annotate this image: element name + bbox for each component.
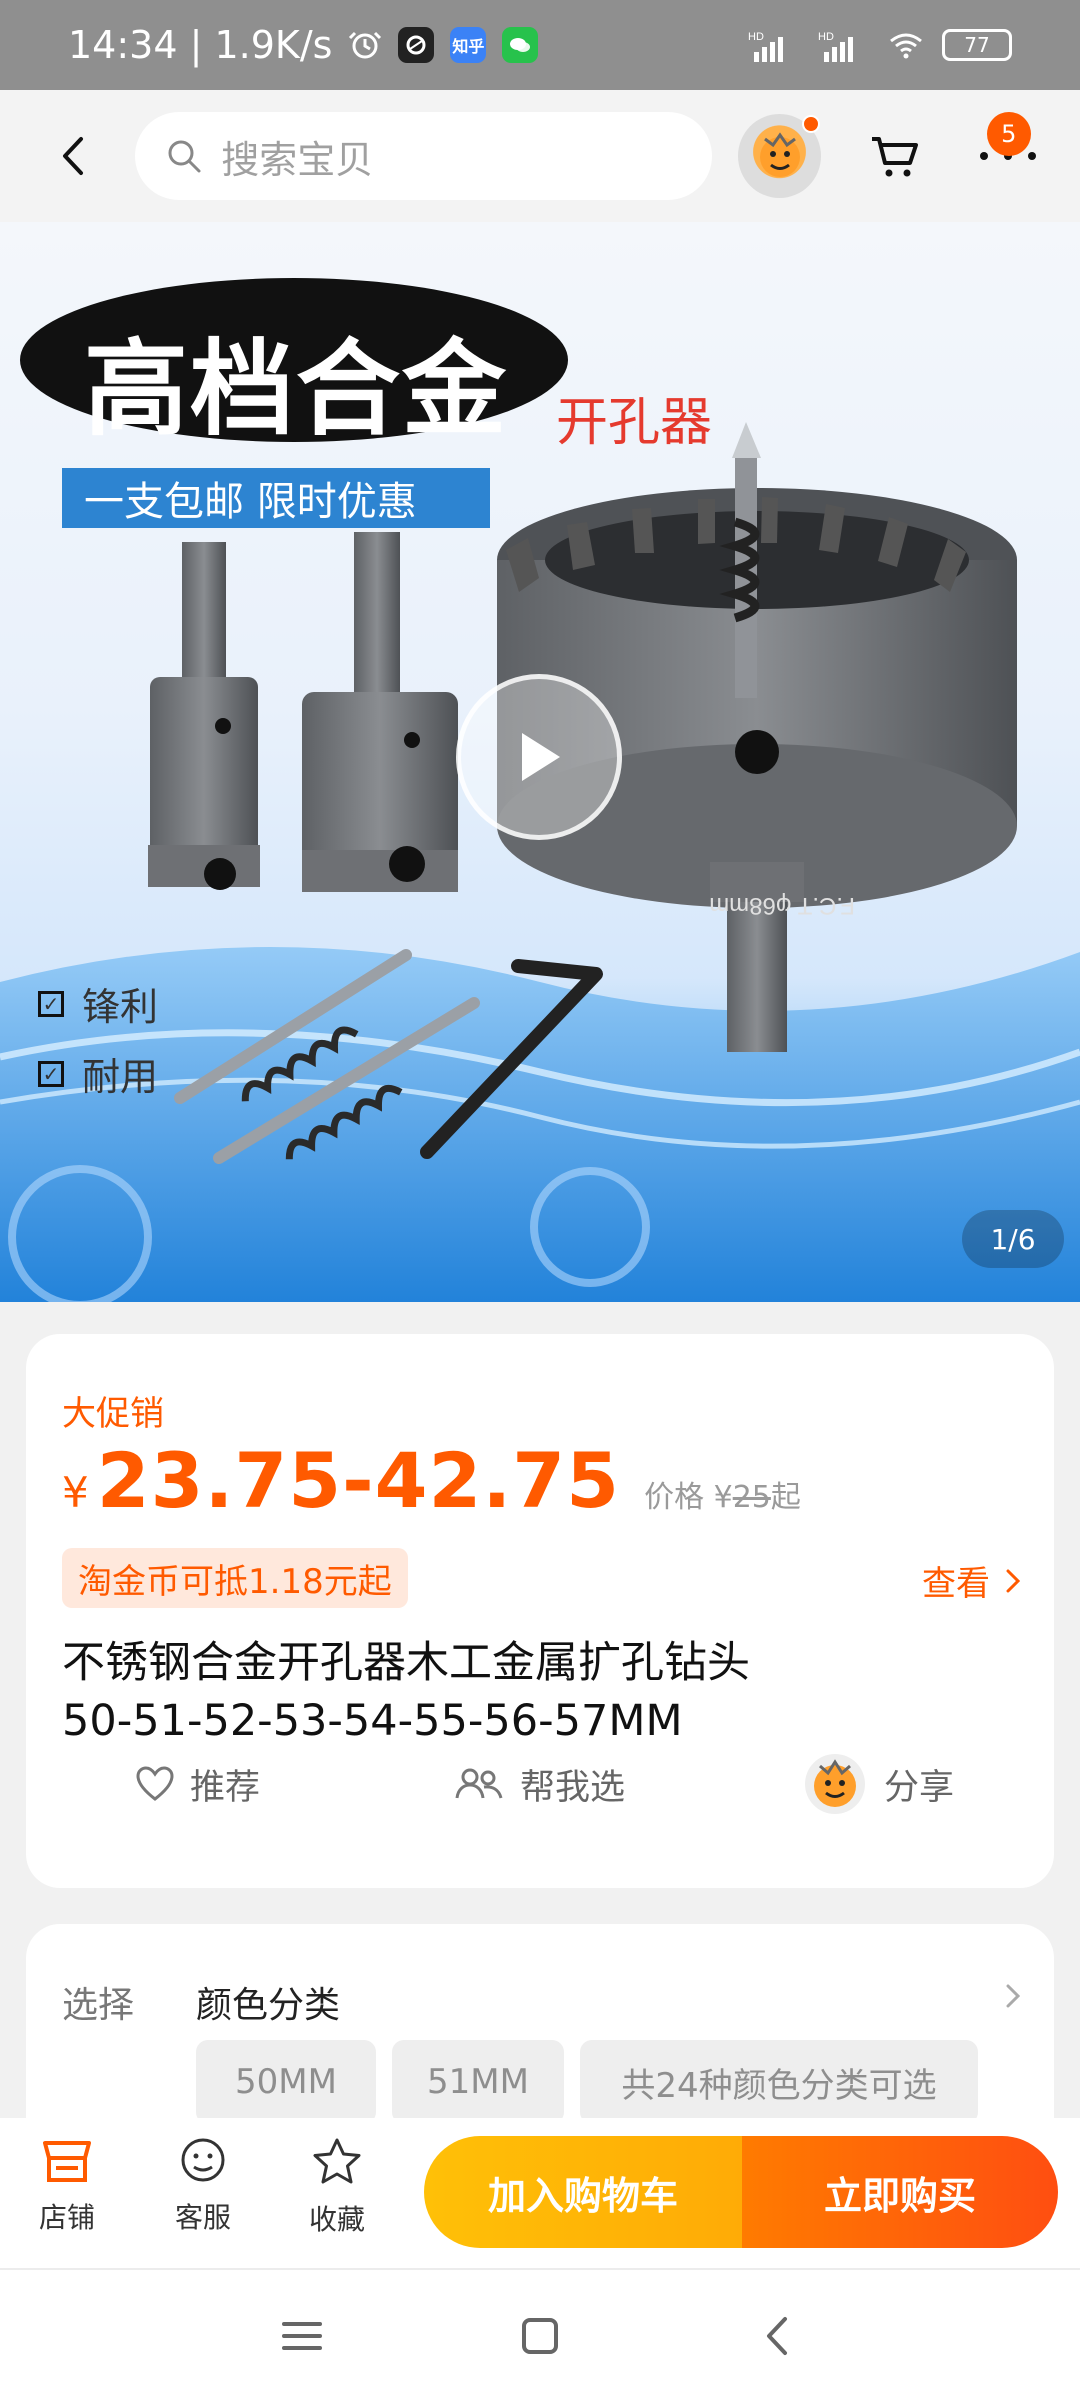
promo-label: 大促销 [62,1394,164,1434]
share-button[interactable]: 分享 [802,1751,954,1817]
mascot-avatar-icon [759,132,800,177]
original-price-suffix: 起 [770,1480,801,1515]
back-arrow-icon [767,2317,787,2355]
favorite-label: 收藏 [308,2203,365,2236]
chevron-right-icon [1006,1569,1021,1592]
product-title-line-1: 不锈钢合金开孔器木工金属扩孔钻头 [62,1638,750,1688]
avatar-notification-dot [802,115,821,133]
home-button[interactable] [508,2304,572,2368]
back-arrow-icon [62,137,83,175]
status-left: 14:34 | 1.9K/s 知乎 [68,23,539,67]
shop-label: 店铺 [38,2201,95,2234]
coupon-badge: 淘金币可抵1.18元起 [62,1548,408,1608]
menu-icon [282,2322,322,2350]
selection-label: 选择 [62,1985,135,2026]
search-input[interactable]: 搜索宝贝 [135,112,713,200]
svg-text:F.C.T φ68mm: F.C.T φ68mm [709,892,855,919]
shop-icon [43,2141,91,2182]
search-placeholder: 搜索宝贝 [221,137,374,182]
view-link-label: 查看 [922,1564,990,1604]
alarm-icon [348,28,382,62]
cart-count-badge: 5 [986,112,1031,156]
bottom-action-bar: 店铺 客服 收藏 加入购物车 立即购买 [0,2118,1080,2268]
product-header: 搜索宝贝 5 [0,90,1080,222]
star-icon [313,2138,361,2184]
option-51mm[interactable]: 51MM [392,2040,564,2124]
hero-promo-banner: 一支包邮 限时优惠 [62,468,490,528]
feature-sharp: ✓ 锋利 [38,976,158,1031]
product-title: 不锈钢合金开孔器木工金属扩孔钻头 50-51-52-53-54-55-56-57… [62,1634,1002,1750]
people-icon [455,1768,503,1799]
status-right: HD HD 77 [748,28,1012,62]
battery-icon: 77 [942,29,1012,61]
system-navigation-bar [0,2268,1080,2400]
svg-text:HD: HD [748,31,764,43]
add-to-cart-button[interactable]: 加入购物车 [424,2136,742,2248]
option-all-colors[interactable]: 共24种颜色分类可选 [580,2040,978,2124]
back-button[interactable] [34,119,107,193]
price-range: 23.75-42.75 [96,1436,621,1525]
check-box-icon: ✓ [38,1060,64,1087]
feature-durable: ✓ 耐用 [38,1046,158,1101]
battery-level: 77 [964,33,990,57]
help-choose-button[interactable]: 帮我选 [454,1759,625,1810]
signal-hd-icon-2: HD [818,28,870,62]
price-info-card: 大促销 ¥ 23.75-42.75 价格 ¥25起 淘金币可抵1.18元起 查看… [26,1334,1054,1888]
heart-icon [136,1766,174,1801]
chevron-right-icon [1006,1984,1021,2008]
signal-hd-icon: HD [748,28,800,62]
original-price-info: 价格 ¥25起 [644,1472,801,1516]
customer-service-label: 客服 [174,2201,231,2234]
mascot-share-icon [805,1754,865,1814]
hero-subtitle: 开孔器 [556,393,713,453]
search-icon [168,140,201,173]
home-square-icon [522,2318,558,2354]
wechat-app-icon [502,27,539,63]
shopping-cart-icon [872,137,919,177]
original-price-prefix: 价格 ¥ [644,1480,733,1515]
check-box-icon: ✓ [38,990,64,1017]
hero-title: 高档合金 [84,328,509,450]
currency-symbol: ¥ [62,1468,89,1517]
system-back-button[interactable] [744,2304,808,2368]
option-50mm[interactable]: 50MM [196,2040,376,2124]
recommend-button[interactable]: 推荐 [136,1759,260,1810]
play-icon [522,733,560,781]
status-time-speed: 14:34 | 1.9K/s [68,23,333,67]
recent-apps-button[interactable] [270,2304,334,2368]
cart-button[interactable] [863,124,926,188]
customer-service-icon [181,2138,225,2182]
selection-value: 颜色分类 [196,1985,341,2026]
price-row: ¥ 23.75-42.75 价格 ¥25起 [62,1436,801,1525]
video-play-button[interactable] [456,674,622,840]
feature-durable-label: 耐用 [82,1055,159,1099]
status-bar: 14:34 | 1.9K/s 知乎 HD HD 77 [0,0,1080,90]
svg-text:HD: HD [818,31,834,43]
wifi-icon [888,31,924,59]
customer-service-button[interactable]: 客服 [158,2136,248,2236]
buy-now-button[interactable]: 立即购买 [742,2136,1058,2248]
zhihu-app-icon: 知乎 [450,27,487,63]
product-title-line-2: 50-51-52-53-54-55-56-57MM [62,1696,683,1746]
help-choose-label: 帮我选 [520,1767,626,1808]
record-app-icon [398,27,435,63]
feature-sharp-label: 锋利 [82,985,159,1029]
share-label: 分享 [884,1767,955,1808]
original-price-value: 25 [732,1480,771,1515]
favorite-button[interactable]: 收藏 [292,2136,382,2238]
product-image-carousel[interactable]: F.C.T φ68mm 高档合金 开孔器 一支包邮 限时优惠 ✓ 锋利 ✓ 耐用… [0,222,1080,1302]
more-menu-button[interactable]: 5 [971,112,1046,194]
view-coupon-link[interactable]: 查看 [922,1556,1022,1605]
store-avatar-button[interactable] [738,114,822,198]
shop-button[interactable]: 店铺 [22,2136,112,2236]
image-counter: 1/6 [962,1210,1064,1268]
recommend-label: 推荐 [190,1767,261,1808]
